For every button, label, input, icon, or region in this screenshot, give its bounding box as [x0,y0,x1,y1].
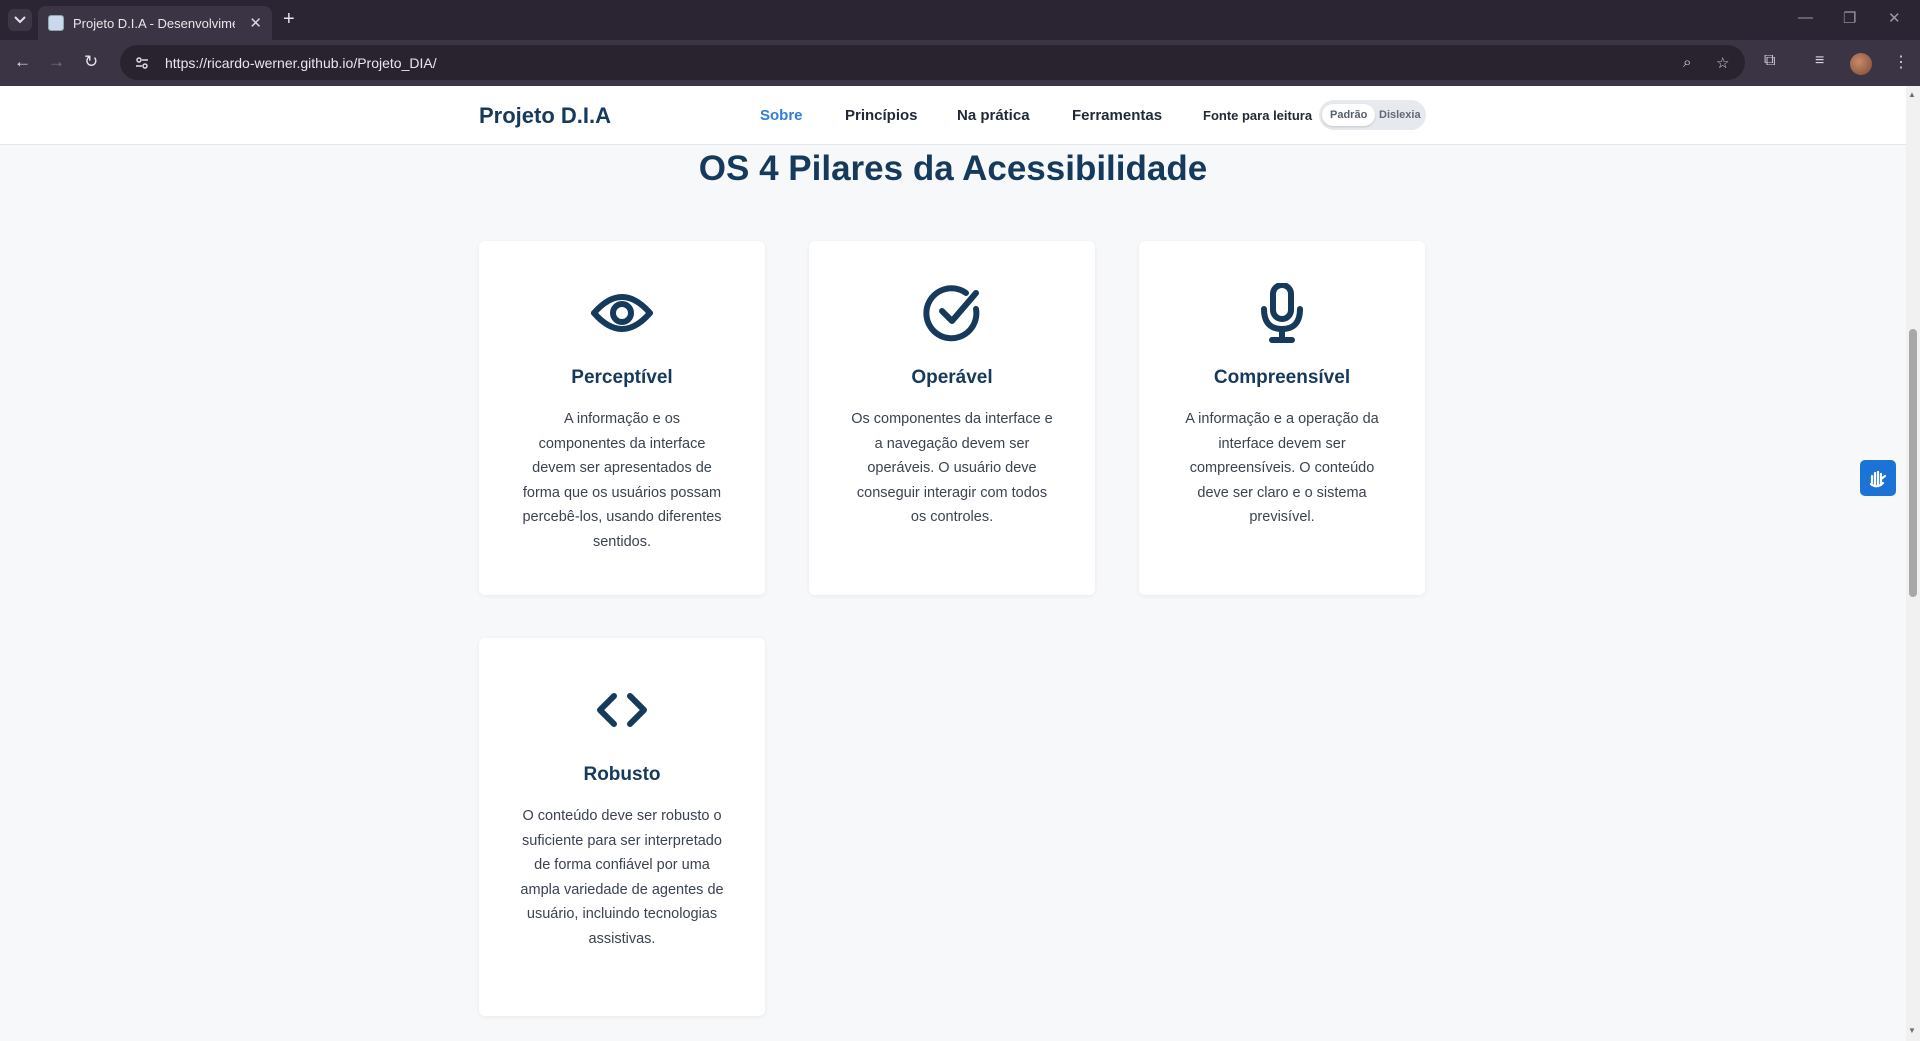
scroll-up-icon[interactable]: ▲ [1908,90,1916,99]
hands-icon [1869,470,1887,488]
restore-icon[interactable]: ❐ [1843,9,1856,27]
section-title: OS 4 Pilares da Acessibilidade [698,149,1208,188]
pillar-card-perceptivel: Perceptível A informação e os componente… [479,241,765,595]
pillar-card-robusto: Robusto O conteúdo deve ser robusto o su… [479,638,765,1016]
card-description: A informação e a operação da interface d… [1185,411,1379,525]
eye-icon [582,283,662,343]
scrollbar-thumb[interactable] [1909,329,1917,597]
font-toggle-label: Fonte para leitura [1203,108,1313,123]
site-header: Projeto D.I.A Sobre Princípios Na prátic… [0,86,1906,145]
new-tab-icon[interactable]: + [283,8,295,31]
browser-tab[interactable]: Projeto D.I.A - Desenvolvimento ✕ [38,6,272,40]
check-circle-icon [912,283,992,343]
code-icon [582,680,662,740]
profile-avatar[interactable] [1850,53,1872,75]
minimize-icon[interactable]: — [1798,9,1813,26]
tab-title: Projeto D.I.A - Desenvolvimento [73,15,235,31]
font-option-padrao[interactable]: Padrão [1322,104,1376,126]
menu-icon[interactable]: ⋮ [1893,52,1909,72]
browser-toolbar: ← → ↻ https://ricardo-werner.github.io/P… [0,40,1920,86]
browser-tab-bar: Projeto D.I.A - Desenvolvimento ✕ + — ❐ … [0,0,1920,40]
font-option-dislexia[interactable]: Dislexia [1371,104,1429,126]
card-description: A informação e os componentes da interfa… [522,411,722,550]
card-title: Robusto [583,764,661,785]
tab-favicon [48,15,64,31]
page-scrollbar[interactable]: ▲ ▼ [1906,86,1920,1041]
sign-language-accessibility-button[interactable] [1860,460,1896,496]
site-info-icon[interactable] [132,53,152,73]
card-description: Os componentes da interface e a navegaçã… [851,411,1053,525]
pillar-card-compreensivel: Compreensível A informação e a operação … [1139,241,1425,595]
url-text[interactable]: https://ricardo-werner.github.io/Projeto… [165,55,437,71]
media-controls-icon[interactable]: ≡ [1815,52,1824,70]
site-brand[interactable]: Projeto D.I.A [479,103,611,129]
nav-link-principios[interactable]: Princípios [845,107,918,124]
reload-icon[interactable]: ↻ [84,52,98,72]
font-toggle: Padrão Dislexia [1319,100,1426,130]
card-description: O conteúdo deve ser robusto o suficiente… [520,808,724,947]
page-viewport: Projeto D.I.A Sobre Princípios Na prátic… [0,86,1906,1041]
card-title: Compreensível [1213,367,1351,388]
nav-link-sobre[interactable]: Sobre [760,107,803,124]
nav-link-na-pratica[interactable]: Na prática [957,107,1030,124]
microphone-icon [1242,282,1322,343]
forward-icon[interactable]: → [48,52,65,72]
extensions-icon[interactable]: ⧉ [1764,52,1775,70]
nav-link-ferramentas[interactable]: Ferramentas [1072,107,1162,124]
card-title: Operável [911,367,993,388]
zoom-icon[interactable]: ⌕ [1683,54,1691,71]
scroll-down-icon[interactable]: ▼ [1908,1026,1916,1035]
bookmark-star-icon[interactable]: ☆ [1716,54,1729,72]
pillar-card-operavel: Operável Os componentes da interface e a… [809,241,1095,595]
tab-list-icon[interactable] [8,9,32,31]
back-icon[interactable]: ← [14,52,31,72]
tab-close-icon[interactable]: ✕ [249,14,262,32]
card-title: Perceptível [571,367,673,388]
close-window-icon[interactable]: ✕ [1888,9,1901,27]
address-bar[interactable]: https://ricardo-werner.github.io/Projeto… [120,45,1745,80]
